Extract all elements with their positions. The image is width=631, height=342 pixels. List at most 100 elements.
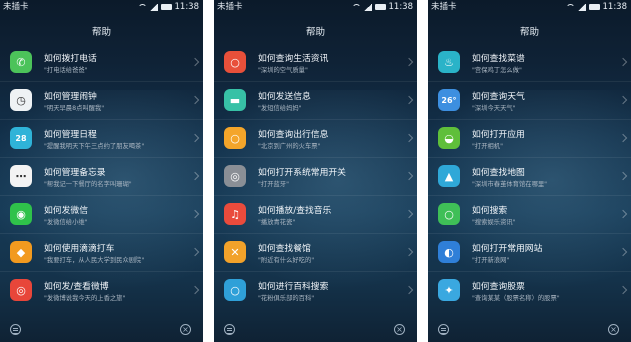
chevron-right-icon: [404, 209, 414, 219]
bottom-bar: ×: [0, 316, 203, 342]
help-item-example: "发微博说我今天的上香之旅": [44, 295, 126, 302]
calendar-icon: 28: [10, 127, 32, 149]
help-item-title: 如何查找菜谱: [472, 54, 525, 64]
help-item-example: "打开新浪网": [472, 257, 510, 264]
menu-icon[interactable]: [10, 324, 21, 335]
help-list-item[interactable]: ○ 如何搜索 "搜索娱乐资讯": [428, 195, 631, 233]
chevron-right-icon: [404, 95, 414, 105]
help-item-example: "帮我记一下餐厅的名字叫珊瑚": [44, 181, 132, 188]
chevron-right-icon: [404, 57, 414, 67]
chevron-right-icon: [190, 247, 200, 257]
carrier-label: 未插卡: [431, 2, 457, 12]
help-item-example: "深圳今天天气": [472, 105, 516, 112]
help-item-example: "北京到广州的火车票": [258, 143, 321, 150]
help-list-item[interactable]: ◒ 如何打开应用 "打开相机": [428, 119, 631, 157]
help-list-item[interactable]: ○ 如何查询出行信息 "北京到广州的火车票": [214, 119, 417, 157]
weibo-icon: ◎: [10, 279, 32, 301]
chevron-right-icon: [190, 133, 200, 143]
menu-icon[interactable]: [438, 324, 449, 335]
help-list: ✆ 如何拨打电话 "打电话给爸爸" ◷ 如何管理闹钟 "明天早晨8点叫醒我" 28 如何管理日…: [0, 44, 203, 309]
help-list-item[interactable]: ✦ 如何查询股票 "查询某某（股票名称）的股票": [428, 271, 631, 309]
help-item-title: 如何打开常用网站: [472, 244, 543, 254]
help-list-item[interactable]: ♫ 如何播放/查找音乐 "播放青花瓷": [214, 195, 417, 233]
help-screen-3: 未插卡 11:38 帮助 ♨ 如何查找菜谱 "宫保鸡丁怎么做" 26° 如何查询天气 "深圳今天…: [428, 0, 631, 342]
help-item-example: "搜索娱乐资讯": [472, 219, 516, 226]
settings-toggle-icon: ◎: [224, 165, 246, 187]
help-item-example: "提醒我明天下午三点约了朋友喝茶": [44, 143, 145, 150]
help-screen-2: 未插卡 11:38 帮助 ○ 如何查询生活资讯 "深圳的空气质量" ▬ 如何发送信息 "发短信给…: [214, 0, 417, 342]
help-list-item[interactable]: ◐ 如何打开常用网站 "打开新浪网": [428, 233, 631, 271]
help-item-title: 如何打开系统常用开关: [258, 168, 346, 178]
help-item-example: "明天早晨8点叫醒我": [44, 105, 105, 112]
alarm-clock-icon: ◷: [10, 89, 32, 111]
bottom-bar: ×: [214, 316, 417, 342]
status-icons: 11:38: [351, 0, 413, 14]
help-list-item[interactable]: ◷ 如何管理闹钟 "明天早晨8点叫醒我": [0, 81, 203, 119]
chevron-right-icon: [190, 285, 200, 295]
wifi-icon: [137, 3, 147, 11]
help-list-item[interactable]: ◉ 如何发微信 "发微信给小维": [0, 195, 203, 233]
help-list-item[interactable]: ◎ 如何发/查看微博 "发微博说我今天的上香之旅": [0, 271, 203, 309]
help-item-example: "发短信给妈妈": [258, 105, 302, 112]
chevron-right-icon: [618, 57, 628, 67]
status-time: 11:38: [602, 2, 628, 12]
chevron-right-icon: [404, 285, 414, 295]
help-item-title: 如何打开应用: [472, 130, 525, 140]
help-item-title: 如何管理闹钟: [44, 92, 97, 102]
chevron-right-icon: [190, 57, 200, 67]
help-item-title: 如何查询股票: [472, 282, 525, 292]
carrier-label: 未插卡: [217, 2, 243, 12]
close-icon[interactable]: ×: [180, 324, 191, 335]
chevron-right-icon: [618, 247, 628, 257]
recipe-icon: ♨: [438, 51, 460, 73]
website-icon: ◐: [438, 241, 460, 263]
help-item-title: 如何查找餐馆: [258, 244, 311, 254]
chevron-right-icon: [618, 209, 628, 219]
help-list-item[interactable]: ✕ 如何查找餐馆 "附近有什么好吃的": [214, 233, 417, 271]
help-list-item[interactable]: ◆ 如何使用滴滴打车 "我要打车，从人民大学到民众剧院": [0, 233, 203, 271]
chevron-right-icon: [404, 133, 414, 143]
close-icon[interactable]: ×: [394, 324, 405, 335]
help-item-title: 如何发/查看微博: [44, 282, 109, 292]
help-list-item[interactable]: ▬ 如何发送信息 "发短信给妈妈": [214, 81, 417, 119]
page-title: 帮助: [91, 27, 111, 38]
help-item-example: "打开蓝牙": [258, 181, 289, 188]
chevron-right-icon: [190, 209, 200, 219]
chevron-right-icon: [618, 95, 628, 105]
travel-search-icon: ○: [224, 127, 246, 149]
help-item-example: "查询某某（股票名称）的股票": [472, 295, 560, 302]
wifi-icon: [565, 3, 575, 11]
chevron-right-icon: [404, 171, 414, 181]
wechat-icon: ◉: [10, 203, 32, 225]
signal-icon: [363, 3, 372, 11]
help-list-item[interactable]: ⋯ 如何管理备忘录 "帮我记一下餐厅的名字叫珊瑚": [0, 157, 203, 195]
help-item-example: "花粉俱乐部的百科": [258, 295, 315, 302]
memo-icon: ⋯: [10, 165, 32, 187]
help-item-title: 如何拨打电话: [44, 54, 97, 64]
help-item-title: 如何查询天气: [472, 92, 525, 102]
didi-taxi-icon: ◆: [10, 241, 32, 263]
help-list-item[interactable]: ○ 如何查询生活资讯 "深圳的空气质量": [214, 44, 417, 81]
help-list-item[interactable]: ◎ 如何打开系统常用开关 "打开蓝牙": [214, 157, 417, 195]
status-bar: 未插卡 11:38: [428, 0, 631, 14]
encyclopedia-search-icon: ○: [224, 279, 246, 301]
message-icon: ▬: [224, 89, 246, 111]
help-list-item[interactable]: ♨ 如何查找菜谱 "宫保鸡丁怎么做": [428, 44, 631, 81]
help-list: ○ 如何查询生活资讯 "深圳的空气质量" ▬ 如何发送信息 "发短信给妈妈" ○ 如何查询出行…: [214, 44, 417, 309]
help-list-item[interactable]: ✆ 如何拨打电话 "打电话给爸爸": [0, 44, 203, 81]
help-item-title: 如何查询生活资讯: [258, 54, 329, 64]
restaurant-icon: ✕: [224, 241, 246, 263]
screenshot-collage: 未插卡 11:38 帮助 ✆ 如何拨打电话 "打电话给爸爸" ◷ 如何管理闹钟 "明天早晨8点叫…: [0, 0, 631, 342]
chevron-right-icon: [618, 285, 628, 295]
help-list-item[interactable]: 26° 如何查询天气 "深圳今天天气": [428, 81, 631, 119]
help-list-item[interactable]: ▲ 如何查找地图 "深圳市春茧体育馆在哪里": [428, 157, 631, 195]
status-time: 11:38: [174, 2, 200, 12]
page-title: 帮助: [519, 27, 539, 38]
menu-icon[interactable]: [224, 324, 235, 335]
help-list-item[interactable]: ○ 如何进行百科搜索 "花粉俱乐部的百科": [214, 271, 417, 309]
battery-icon: [160, 4, 172, 10]
music-icon: ♫: [224, 203, 246, 225]
help-item-example: "深圳的空气质量": [258, 67, 308, 74]
help-list-item[interactable]: 28 如何管理日程 "提醒我明天下午三点约了朋友喝茶": [0, 119, 203, 157]
close-icon[interactable]: ×: [608, 324, 619, 335]
